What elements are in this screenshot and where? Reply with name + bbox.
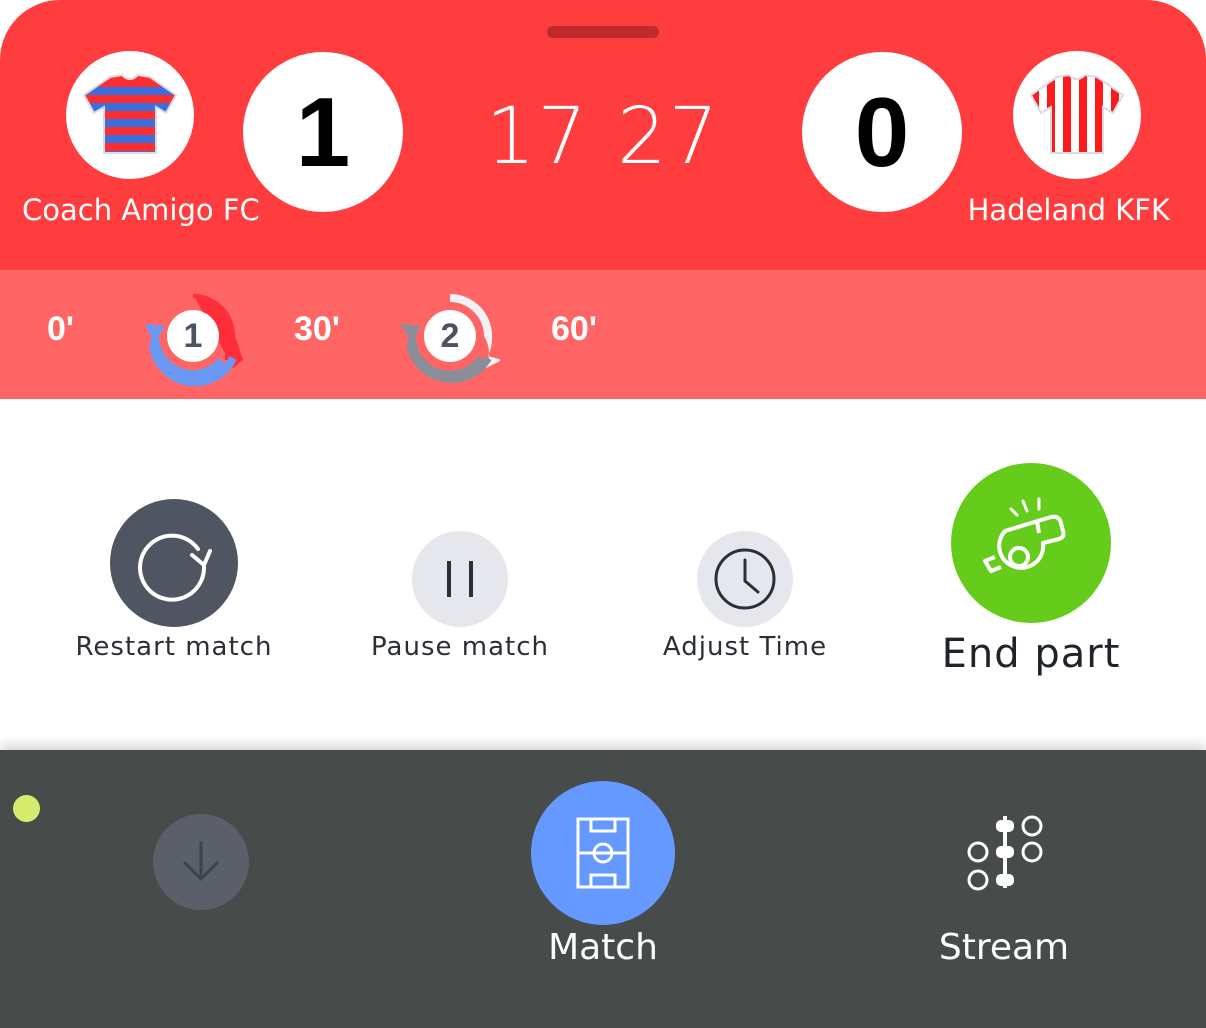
period-timeline: 0' 1 30' 2 60' [0, 270, 1206, 399]
end-part-button[interactable]: End part [911, 463, 1151, 677]
arrow-down-icon [183, 841, 219, 881]
home-team-name: Coach Amigo FC [22, 193, 260, 227]
shirt-blue-red-stripes-icon [82, 73, 178, 154]
restart-icon [138, 533, 212, 602]
timeline-tick-60: 60' [551, 310, 597, 348]
shirt-red-white-stripes-icon [1029, 73, 1125, 154]
end-part-circle[interactable] [951, 463, 1111, 623]
away-team-crest[interactable] [1013, 51, 1141, 179]
collapse-button[interactable] [153, 814, 249, 910]
away-team-name: Hadeland KFK [967, 193, 1170, 227]
pause-circle[interactable] [412, 531, 508, 627]
pause-icon [447, 561, 473, 597]
stream-icon[interactable] [962, 812, 1048, 892]
away-score[interactable]: 0 [802, 52, 962, 212]
period-2-label: 2 [424, 310, 476, 362]
home-score[interactable]: 1 [243, 52, 403, 212]
scoreboard-header: Coach Amigo FC 1 17 27 0 Hadeland KFK [0, 0, 1206, 270]
match-screen: Coach Amigo FC 1 17 27 0 Hadeland KFK 0'… [0, 0, 1206, 1028]
nav-stream-label[interactable]: Stream [904, 927, 1104, 968]
whistle-icon [983, 497, 1066, 573]
end-part-label: End part [941, 631, 1121, 677]
nav-match-button[interactable] [531, 781, 675, 925]
sheet-grabber[interactable] [547, 26, 659, 38]
adjust-time-button[interactable]: Adjust Time [645, 531, 845, 662]
nav-match-label[interactable]: Match [453, 927, 753, 968]
pause-match-button[interactable]: Pause match [360, 531, 560, 662]
clock-icon [714, 548, 776, 610]
match-clock: 17 27 [453, 92, 753, 182]
restart-match-label: Restart match [75, 632, 273, 662]
period-1-label: 1 [167, 310, 219, 362]
clock-minutes: 17 [485, 92, 589, 182]
pause-match-label: Pause match [371, 632, 549, 662]
period-2-marker[interactable]: 2 [400, 286, 500, 386]
adjust-time-label: Adjust Time [662, 632, 828, 662]
connection-status-dot [13, 795, 40, 822]
clock-seconds: 27 [617, 92, 721, 182]
timeline-tick-30: 30' [294, 310, 340, 348]
restart-circle[interactable] [110, 499, 238, 627]
period-1-marker[interactable]: 1 [143, 286, 243, 386]
restart-match-button[interactable]: Restart match [74, 499, 274, 662]
adjust-time-circle[interactable] [697, 531, 793, 627]
pitch-icon [576, 817, 630, 889]
home-team-crest[interactable] [66, 51, 194, 179]
timeline-tick-0: 0' [47, 310, 74, 348]
